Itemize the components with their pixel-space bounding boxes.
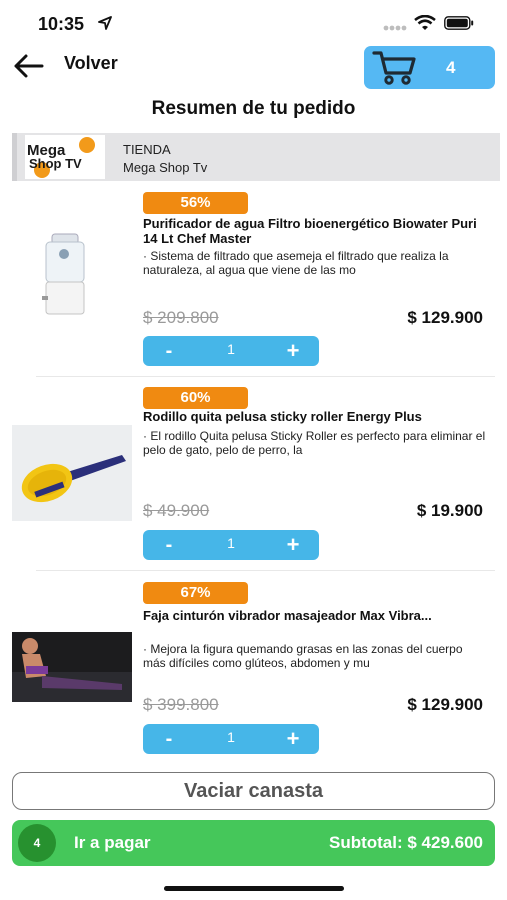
store-label: TIENDA [123, 142, 171, 157]
empty-cart-button[interactable]: Vaciar canasta [12, 772, 495, 810]
quantity-value: 1 [227, 535, 235, 551]
quantity-stepper: - 1 + [143, 336, 319, 366]
store-logo: Mega Shop TV [25, 135, 105, 179]
product-price: $ 129.900 [407, 308, 483, 327]
product-description: · El rodillo Quita pelusa Sticky Roller … [143, 429, 486, 457]
store-name: Mega Shop Tv [123, 160, 208, 175]
cellular-signal-icon [383, 25, 407, 31]
product-image-water-purifier [12, 226, 132, 322]
product-price: $ 129.900 [407, 695, 483, 714]
back-arrow-icon[interactable] [12, 52, 46, 80]
increase-quantity-button[interactable]: + [275, 532, 311, 558]
product-price: $ 19.900 [416, 501, 483, 520]
cart-button[interactable]: 4 [364, 46, 495, 89]
mega-shop-logo-icon: Mega Shop TV [27, 137, 95, 178]
checkout-label: Ir a pagar [74, 833, 151, 852]
home-indicator [164, 886, 344, 891]
status-time: 10:35 [38, 14, 85, 34]
divider [36, 570, 495, 571]
decrease-quantity-button[interactable]: - [151, 532, 187, 558]
back-button[interactable]: Volver [64, 53, 118, 74]
checkout-item-count: 4 [18, 824, 56, 862]
quantity-value: 1 [227, 729, 235, 745]
quantity-stepper: - 1 + [143, 724, 319, 754]
cart-count: 4 [446, 58, 456, 77]
discount-badge: 56% [143, 192, 248, 214]
svg-text:Shop TV: Shop TV [29, 156, 82, 171]
subtotal-text: Subtotal: $ 429.600 [328, 833, 483, 852]
page-title: Resumen de tu pedido [151, 98, 356, 119]
product-description: · Mejora la figura quemando grasas en la… [143, 642, 463, 670]
location-arrow-icon [98, 16, 112, 30]
decrease-quantity-button[interactable]: - [151, 726, 187, 752]
shopping-cart-icon [372, 51, 416, 85]
battery-icon [444, 16, 474, 30]
quantity-stepper: - 1 + [143, 530, 319, 560]
product-name: Purificador de agua Filtro bioenergético… [143, 216, 477, 246]
checkout-button[interactable]: 4 Ir a pagar Subtotal: $ 429.600 [12, 820, 495, 866]
discount-badge: 60% [143, 387, 248, 409]
discount-badge: 67% [143, 582, 248, 604]
store-header: Mega Shop TV TIENDA Mega Shop Tv [12, 133, 500, 181]
decrease-quantity-button[interactable]: - [151, 338, 187, 364]
increase-quantity-button[interactable]: + [275, 726, 311, 752]
divider [36, 376, 495, 377]
status-bar: 10:35 [0, 0, 507, 46]
product-image-lint-roller [12, 425, 132, 521]
wifi-icon [414, 15, 436, 30]
product-description: · Sistema de filtrado que asemeja el fil… [143, 249, 449, 277]
quantity-value: 1 [227, 341, 235, 357]
product-name: Rodillo quita pelusa sticky roller Energ… [143, 409, 422, 424]
original-price: $ 399.800 [143, 695, 219, 714]
original-price: $ 49.900 [143, 501, 210, 520]
increase-quantity-button[interactable]: + [275, 338, 311, 364]
original-price: $ 209.800 [143, 308, 219, 327]
product-name: Faja cinturón vibrador masajeador Max Vi… [143, 608, 432, 623]
product-image-vibrating-belt [12, 632, 132, 702]
